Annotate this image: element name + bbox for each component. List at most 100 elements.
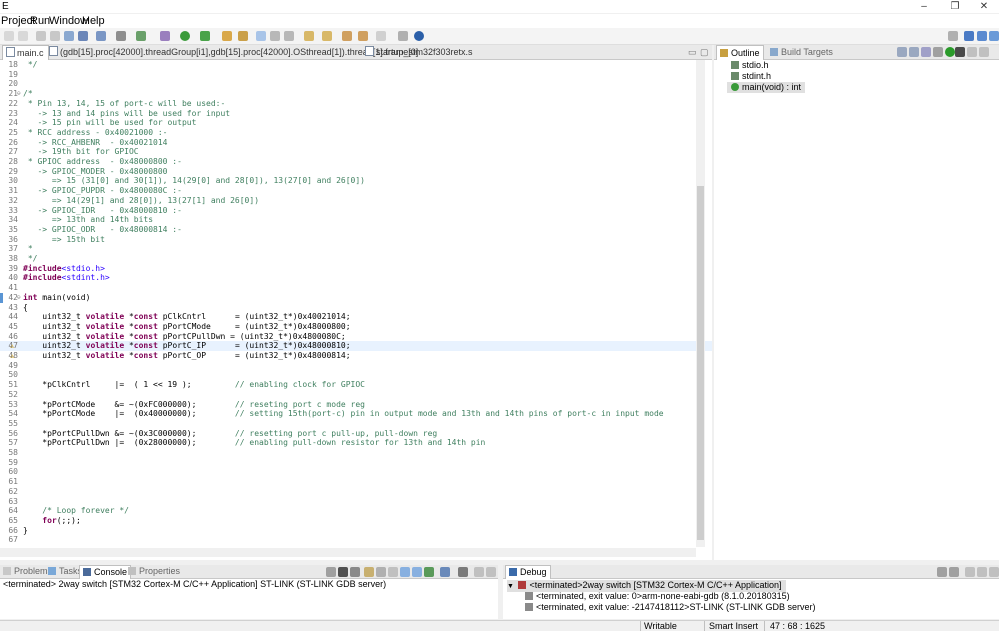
tab-main-c[interactable]: main.c ✕ xyxy=(2,45,54,60)
scroll-lock-icon[interactable] xyxy=(376,567,386,577)
link-editor-icon[interactable] xyxy=(955,47,965,57)
code-line[interactable]: 63 xyxy=(0,497,712,507)
debug-remove-icon[interactable] xyxy=(937,567,947,577)
code-line[interactable]: 48 ⚠ uint32_t volatile *const pPortC_OP =… xyxy=(0,351,712,361)
code-line[interactable]: 58 xyxy=(0,448,712,458)
code-line[interactable]: 44 uint32_t volatile *const pClkCntrl = … xyxy=(0,312,712,322)
code-line[interactable]: 19 xyxy=(0,70,712,80)
word-wrap-icon[interactable] xyxy=(388,567,398,577)
debug-process-item[interactable]: <terminated, exit value: 0>arm-none-eabi… xyxy=(525,591,790,602)
chevron-down-icon[interactable]: ▼ xyxy=(507,583,514,590)
code-line[interactable]: 55 xyxy=(0,419,712,429)
code-line[interactable]: 32 => 14(29[1] and 28[0]), 13(27[1] and … xyxy=(0,196,712,206)
warning-marker-icon[interactable]: ⚠ xyxy=(10,341,14,351)
code-line[interactable]: 49 xyxy=(0,361,712,371)
fold-toggle-icon[interactable]: ⊖ xyxy=(17,89,21,99)
console-view[interactable]: <terminated> 2way switch [STM32 Cortex-M… xyxy=(0,579,498,619)
code-line[interactable]: 29 -> GPIOC_MODER - 0x48000800 xyxy=(0,167,712,177)
tab-outline[interactable]: Outline xyxy=(716,45,764,60)
code-line[interactable]: 34 => 13th and 14th bits xyxy=(0,215,712,225)
code-line[interactable]: 67 xyxy=(0,535,712,545)
forward-history-icon[interactable] xyxy=(376,31,386,41)
outline-item-main[interactable]: main(void) : int xyxy=(727,82,806,93)
save-all-icon[interactable] xyxy=(36,31,46,41)
code-line[interactable]: 35 -> GPIOC_ODR - 0x48000814 :- xyxy=(0,225,712,235)
tab-debug[interactable]: Debug xyxy=(505,565,551,579)
minimize-icon[interactable]: – xyxy=(909,0,939,13)
menu-help[interactable]: Help xyxy=(82,15,105,27)
outline-item-stdint[interactable]: stdint.h xyxy=(731,71,771,82)
perspective-debug-icon[interactable] xyxy=(977,31,987,41)
block-select-icon[interactable] xyxy=(284,31,294,41)
code-line[interactable]: 23 -> 13 and 14 pins will be used for in… xyxy=(0,109,712,119)
display-console-icon[interactable] xyxy=(440,567,450,577)
open-perspective-icon[interactable] xyxy=(948,31,958,41)
code-line[interactable]: 25 * RCC address - 0x40021000 :- xyxy=(0,128,712,138)
code-line[interactable]: 41 xyxy=(0,283,712,293)
console-minimize-icon[interactable] xyxy=(474,567,484,577)
pin-editor-icon[interactable] xyxy=(398,31,408,41)
toggle-mark-icon[interactable] xyxy=(256,31,266,41)
outline-item-stdio[interactable]: stdio.h xyxy=(731,60,769,71)
perspective-device-icon[interactable] xyxy=(989,31,999,41)
code-line[interactable]: 64 /* Loop forever */ xyxy=(0,506,712,516)
hide-nonpublic-icon[interactable] xyxy=(933,47,943,57)
code-line[interactable]: 53 *pPortCMode &= ~(0xFC000000); // rese… xyxy=(0,400,712,410)
tab-startup-file[interactable]: startup_stm32f303retx.s xyxy=(365,45,473,59)
new-icon[interactable] xyxy=(64,31,74,41)
warning-marker-icon[interactable]: ⚠ xyxy=(10,351,14,361)
code-editor[interactable]: 18 */19 20 21 ⊖/* 22 * Pin 13, 14, 15 of por… xyxy=(0,60,712,560)
prev-annotation-icon[interactable] xyxy=(322,31,332,41)
show-on-output-icon[interactable] xyxy=(400,567,410,577)
editor-scroll-thumb[interactable] xyxy=(697,186,704,540)
open-folder-icon[interactable] xyxy=(222,31,232,41)
code-line[interactable]: 65 for(;;); xyxy=(0,516,712,526)
back-icon[interactable] xyxy=(4,31,14,41)
code-line[interactable]: 42 ⊖ int main(void) xyxy=(0,292,712,303)
terminate-icon[interactable] xyxy=(326,567,336,577)
tab-problems[interactable]: Problems xyxy=(3,565,52,578)
code-line[interactable]: 60 xyxy=(0,467,712,477)
info-icon[interactable] xyxy=(414,31,424,41)
debug-minimize-icon[interactable] xyxy=(977,567,987,577)
menu-run[interactable]: Run xyxy=(30,15,50,27)
hide-static-icon[interactable] xyxy=(921,47,931,57)
code-line[interactable]: 54 *pPortCMode |= (0x40000000); // setti… xyxy=(0,409,712,419)
code-line[interactable]: 59 xyxy=(0,458,712,468)
code-line[interactable]: 21 ⊖/* xyxy=(0,89,712,99)
code-line[interactable]: 62 xyxy=(0,487,712,497)
build-icon[interactable] xyxy=(78,31,88,41)
minimize-view-icon[interactable]: ▭ xyxy=(688,45,697,59)
fold-toggle-icon[interactable]: ⊖ xyxy=(17,293,21,303)
perspective-cc-icon[interactable] xyxy=(964,31,974,41)
code-line[interactable]: 38 */ xyxy=(0,254,712,264)
code-line[interactable]: 61 xyxy=(0,477,712,487)
code-line[interactable]: 30 => 15 (31[0] and 30[1]), 14(29[0] and… xyxy=(0,176,712,186)
show-whitespace-icon[interactable] xyxy=(270,31,280,41)
run-config-icon[interactable] xyxy=(200,31,210,41)
tab-properties[interactable]: Properties xyxy=(128,565,180,578)
code-line[interactable]: 56 *pPortCPullDwn &= ~(0x3C000000); // r… xyxy=(0,429,712,439)
tab-build-targets[interactable]: Build Targets xyxy=(770,45,833,59)
console-maximize-icon[interactable] xyxy=(486,567,496,577)
tab-tasks[interactable]: Tasks xyxy=(48,565,82,578)
outline-minimize-icon[interactable] xyxy=(979,47,989,57)
maximize-icon[interactable]: ❐ xyxy=(940,0,970,13)
code-line[interactable]: 36 => 15th bit xyxy=(0,235,712,245)
show-on-error-icon[interactable] xyxy=(412,567,422,577)
remove-all-icon[interactable] xyxy=(350,567,360,577)
run-icon[interactable] xyxy=(180,31,190,41)
forward-icon[interactable] xyxy=(18,31,28,41)
debug-process-item[interactable]: <terminated, exit value: -2147418112>ST-… xyxy=(525,602,815,613)
code-line[interactable]: 51 *pClkCntrl |= ( 1 << 19 ); // enablin… xyxy=(0,380,712,390)
code-line[interactable]: 37 * xyxy=(0,244,712,254)
open-console-icon[interactable] xyxy=(458,567,468,577)
debug-icon[interactable] xyxy=(160,31,170,41)
maximize-view-icon[interactable]: ▢ xyxy=(700,45,709,59)
code-line[interactable]: 26 -> RCC_AHBENR - 0x40021014 xyxy=(0,138,712,148)
manage-configs-icon[interactable] xyxy=(96,31,106,41)
close-icon[interactable]: ✕ xyxy=(969,0,999,13)
clear-console-icon[interactable] xyxy=(364,567,374,577)
debug-collapse-icon[interactable] xyxy=(949,567,959,577)
external-tools-icon[interactable] xyxy=(136,31,146,41)
